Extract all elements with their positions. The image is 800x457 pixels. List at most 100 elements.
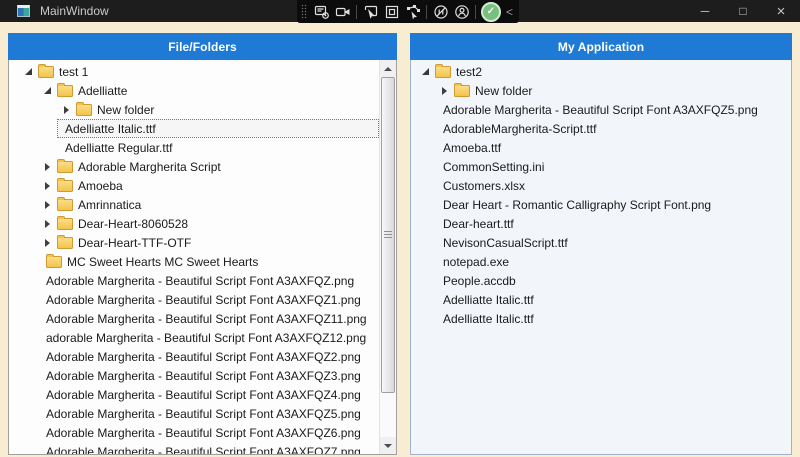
scroll-down-button[interactable] (380, 437, 396, 454)
tree-item[interactable]: Dear-Heart-8060528 (38, 214, 379, 233)
tree-item[interactable]: Adelliatte Italic.ttf (57, 119, 379, 138)
tree-item-label: MC Sweet Hearts MC Sweet Hearts (67, 255, 262, 269)
tree-item[interactable]: New folder (435, 81, 791, 100)
tree-item-label: New folder (97, 103, 158, 117)
folder-icon (57, 161, 73, 173)
tree-item-label: Amoeba (78, 179, 127, 193)
tree-item-label: Dear-Heart-8060528 (78, 217, 192, 231)
tree-item[interactable]: NevisonCasualScript.ttf (435, 233, 791, 252)
tree-item[interactable]: Adelliatte (38, 81, 379, 100)
expand-arrow-icon[interactable] (38, 233, 57, 252)
tree-item[interactable]: Amoeba.ttf (435, 138, 791, 157)
collapse-arrow-icon[interactable] (416, 62, 435, 81)
toolbar-drag-grip[interactable] (301, 4, 307, 19)
tree-item[interactable]: test 1 (19, 62, 379, 81)
tree-item[interactable]: Adelliatte Regular.ttf (57, 138, 379, 157)
tree-item[interactable]: MC Sweet Hearts MC Sweet Hearts (38, 252, 379, 271)
tree-item[interactable]: Adorable Margherita - Beautiful Script F… (435, 100, 791, 119)
confirm-check-icon[interactable]: ✓ (481, 2, 501, 22)
tree-item[interactable]: Customers.xlsx (435, 176, 791, 195)
expand-arrow-icon[interactable] (57, 100, 76, 119)
expand-arrow-icon[interactable] (38, 157, 57, 176)
expand-arrow-icon[interactable] (38, 195, 57, 214)
tree-item-label: Adelliatte Italic.ttf (443, 293, 538, 307)
expand-arrow-icon[interactable] (435, 81, 454, 100)
tree-item[interactable]: New folder (57, 100, 379, 119)
tree-item[interactable]: Adorable Margherita - Beautiful Script F… (38, 404, 379, 423)
capture-settings-icon[interactable] (311, 2, 332, 21)
tree-item[interactable]: Adorable Margherita - Beautiful Script F… (38, 309, 379, 328)
expand-arrow-icon[interactable] (38, 214, 57, 233)
window-controls: ─ □ × (686, 0, 800, 22)
collapse-arrow-icon[interactable] (38, 81, 57, 100)
tree-item-label: Amoeba.ttf (443, 141, 505, 155)
folder-icon (57, 199, 73, 211)
folder-icon (57, 85, 73, 97)
tree-item[interactable]: Adorable Margherita - Beautiful Script F… (38, 423, 379, 442)
tree-item-label: Dear-heart.ttf (443, 217, 518, 231)
my-application-tree: test2 New folderAdorable Margherita - Bea… (410, 60, 792, 455)
tree-item-label: Adorable Margherita - Beautiful Script F… (46, 274, 358, 288)
capture-toolbar: ✓< (297, 0, 519, 23)
file-folders-panel-header: File/Folders (8, 33, 397, 60)
tree-item[interactable]: Adorable Margherita - Beautiful Script F… (38, 271, 379, 290)
tree-item[interactable]: Amoeba (38, 176, 379, 195)
tree-item[interactable]: Adorable Margherita - Beautiful Script F… (38, 385, 379, 404)
tree-item-label: AdorableMargherita-Script.ttf (443, 122, 600, 136)
video-camera-icon[interactable] (332, 2, 353, 21)
region-capture-icon[interactable] (381, 2, 402, 21)
tree-item[interactable]: People.accdb (435, 271, 791, 290)
tree-item[interactable]: Adorable Margherita - Beautiful Script F… (38, 290, 379, 309)
tree-item-label: NevisonCasualScript.ttf (443, 236, 572, 250)
tree-item-label: Adelliatte (78, 84, 131, 98)
tree-item[interactable]: Amrinnatica (38, 195, 379, 214)
folder-icon (76, 104, 92, 116)
maximize-button[interactable]: □ (724, 0, 762, 22)
tree-item[interactable]: Adorable Margherita Script (38, 157, 379, 176)
tree-item-label: Amrinnatica (78, 198, 145, 212)
tree-item[interactable]: Adelliatte Italic.ttf (435, 309, 791, 328)
scroll-up-button[interactable] (380, 60, 396, 77)
toolbar-separator (356, 5, 357, 19)
scrollbar-thumb[interactable] (381, 77, 395, 393)
tree-item-label: Adelliatte Regular.ttf (65, 141, 176, 155)
minimize-button[interactable]: ─ (686, 0, 724, 22)
path-select-icon[interactable] (402, 2, 423, 21)
tree-item[interactable]: AdorableMargherita-Script.ttf (435, 119, 791, 138)
tree-item[interactable]: Dear Heart - Romantic Calligraphy Script… (435, 195, 791, 214)
tree-item-label: test2 (456, 65, 486, 79)
tree-item-label: Adorable Margherita - Beautiful Script F… (46, 426, 365, 440)
tree-item[interactable]: Dear-Heart-TTF-OTF (38, 233, 379, 252)
tree-item[interactable]: Adelliatte Italic.ttf (435, 290, 791, 309)
tree-item-label: Customers.xlsx (443, 179, 529, 193)
user-circle-icon[interactable] (451, 2, 472, 21)
tree-item[interactable]: notepad.exe (435, 252, 791, 271)
collapse-toolbar-icon[interactable]: < (503, 5, 516, 19)
folder-icon (57, 180, 73, 192)
tree-item[interactable]: test2 (416, 62, 791, 81)
tree-item[interactable]: CommonSetting.ini (435, 157, 791, 176)
my-application-panel-header: My Application (410, 33, 792, 60)
tree-item[interactable]: Dear-heart.ttf (435, 214, 791, 233)
tree-item-label: Adorable Margherita - Beautiful Script F… (46, 445, 365, 456)
tree-item[interactable]: Adorable Margherita - Beautiful Script F… (38, 347, 379, 366)
collapse-arrow-icon[interactable] (19, 62, 38, 81)
tree-item-label: Dear-Heart-TTF-OTF (78, 236, 195, 250)
vertical-scrollbar (379, 60, 396, 454)
close-button[interactable]: × (762, 0, 800, 22)
folder-icon (435, 66, 451, 78)
expand-arrow-icon[interactable] (38, 176, 57, 195)
folder-icon (46, 256, 62, 268)
tree-item[interactable]: adorable Margherita - Beautiful Script F… (38, 328, 379, 347)
tree-item-label: Adorable Margherita - Beautiful Script F… (46, 350, 365, 364)
tree-item-label: People.accdb (443, 274, 520, 288)
folder-icon (38, 66, 54, 78)
timer-off-icon[interactable] (430, 2, 451, 21)
file-folders-tree-items: test 1 Adelliatte New folder Adelliatte Ita… (9, 62, 379, 455)
tree-item-label: CommonSetting.ini (443, 160, 548, 174)
toolbar-separator (475, 5, 476, 19)
tree-item[interactable]: Adorable Margherita - Beautiful Script F… (38, 366, 379, 385)
window-title: MainWindow (40, 0, 109, 22)
cursor-capture-icon[interactable] (360, 2, 381, 21)
tree-item[interactable]: Adorable Margherita - Beautiful Script F… (38, 442, 379, 455)
